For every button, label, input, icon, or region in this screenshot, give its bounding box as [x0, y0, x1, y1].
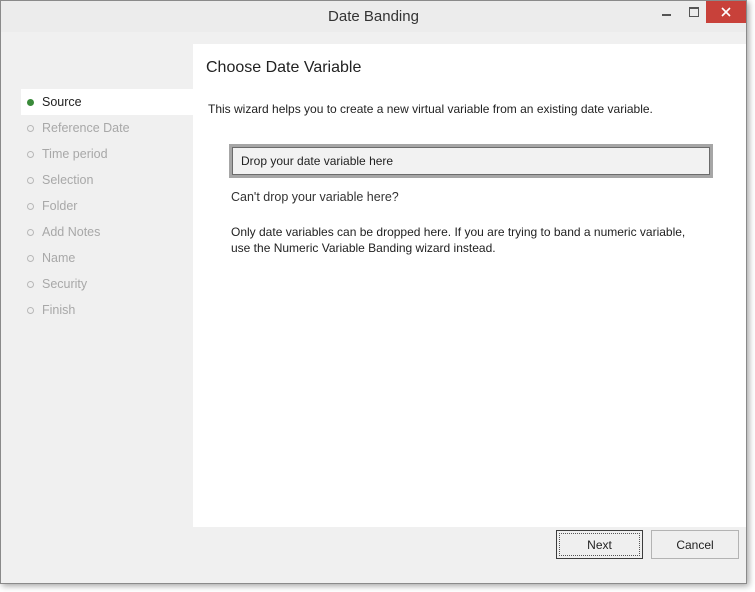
- window-title: Date Banding: [328, 8, 419, 25]
- wizard-step-label: Add Notes: [42, 225, 101, 239]
- minimize-button[interactable]: [653, 1, 679, 23]
- title-bar[interactable]: Date Banding: [1, 1, 746, 32]
- step-pending-dot-icon: [27, 150, 34, 158]
- wizard-step-name[interactable]: Name: [21, 245, 193, 271]
- wizard-step-label: Source: [42, 95, 82, 109]
- wizard-step-label: Selection: [42, 173, 94, 187]
- wizard-step-label: Finish: [42, 303, 76, 317]
- minimize-icon: [661, 14, 671, 16]
- cancel-button[interactable]: Cancel: [651, 530, 739, 559]
- step-pending-dot-icon: [27, 124, 34, 132]
- focus-rectangle: [559, 533, 640, 556]
- wizard-steps-list: Source Reference Date Time period Selection…: [21, 89, 193, 323]
- step-pending-dot-icon: [27, 228, 34, 236]
- wizard-steps-sidebar: Source Reference Date Time period Selection…: [9, 32, 193, 527]
- wizard-step-security[interactable]: Security: [21, 271, 193, 297]
- intro-text: This wizard helps you to create a new vi…: [208, 102, 653, 116]
- wizard-step-folder[interactable]: Folder: [21, 193, 193, 219]
- wizard-step-label: Time period: [42, 147, 108, 161]
- page-title: Choose Date Variable: [206, 59, 362, 76]
- step-pending-dot-icon: [27, 202, 34, 210]
- close-icon: [721, 7, 731, 17]
- wizard-step-label: Name: [42, 251, 76, 265]
- wizard-step-source[interactable]: Source: [21, 89, 193, 115]
- step-pending-dot-icon: [27, 254, 34, 262]
- close-button[interactable]: [706, 1, 746, 23]
- step-pending-dot-icon: [27, 280, 34, 288]
- step-active-dot-icon: [27, 98, 34, 106]
- wizard-step-add-notes[interactable]: Add Notes: [21, 219, 193, 245]
- next-button[interactable]: Next: [556, 530, 643, 559]
- wizard-step-label: Security: [42, 277, 88, 291]
- maximize-icon: [689, 7, 699, 17]
- wizard-step-time-period[interactable]: Time period: [21, 141, 193, 167]
- wizard-step-selection[interactable]: Selection: [21, 167, 193, 193]
- maximize-button[interactable]: [681, 1, 707, 23]
- dialog-body: Source Reference Date Time period Selection…: [9, 32, 746, 577]
- help-text: Only date variables can be dropped here.…: [231, 225, 686, 255]
- wizard-step-reference-date[interactable]: Reference Date: [21, 115, 193, 141]
- wizard-step-label: Folder: [42, 199, 78, 213]
- step-pending-dot-icon: [27, 176, 34, 184]
- cant-drop-heading: Can't drop your variable here?: [231, 190, 399, 204]
- dialog-window: Date Banding Source Reference Date Time pe…: [0, 0, 747, 584]
- dropzone-label: Drop your date variable here: [232, 147, 710, 175]
- cancel-button-label: Cancel: [676, 537, 714, 552]
- wizard-content-panel: Choose Date Variable This wizard helps y…: [193, 44, 746, 527]
- date-variable-dropzone[interactable]: Drop your date variable here: [229, 144, 713, 178]
- wizard-step-finish[interactable]: Finish: [21, 297, 193, 323]
- wizard-step-label: Reference Date: [42, 121, 130, 135]
- step-pending-dot-icon: [27, 306, 34, 314]
